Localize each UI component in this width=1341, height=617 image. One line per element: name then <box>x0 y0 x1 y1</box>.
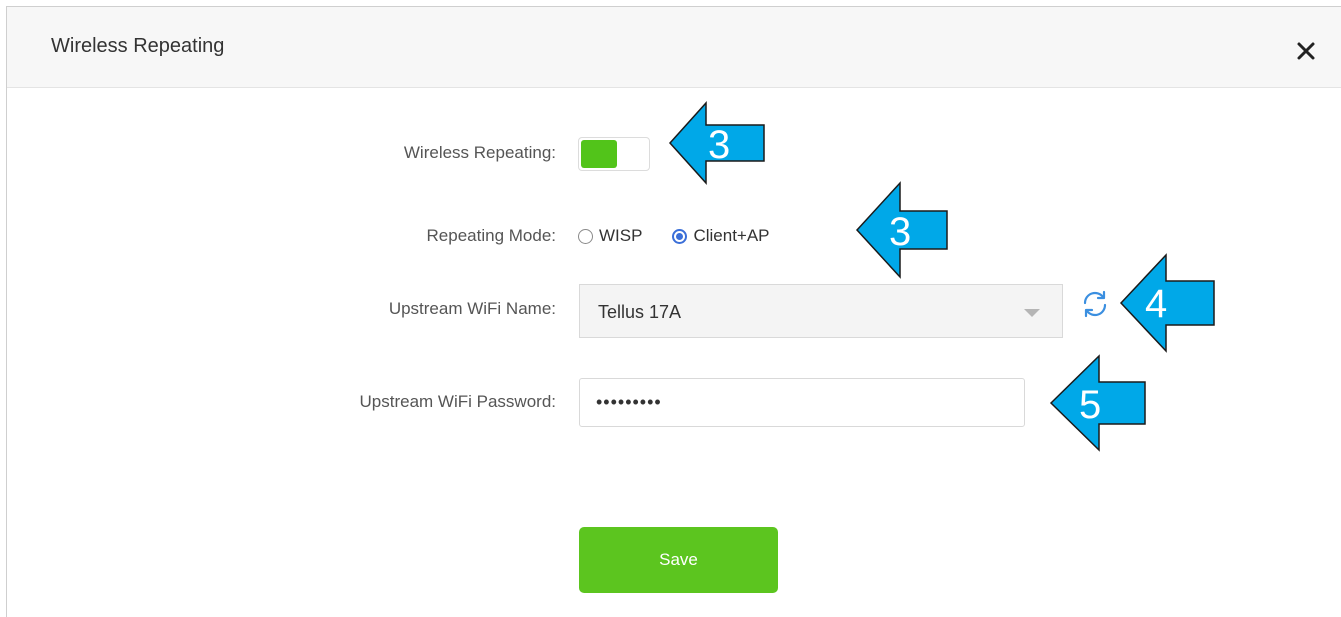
upstream-wifi-name-select[interactable]: Tellus 17A <box>579 284 1063 338</box>
callout-number: 3 <box>708 123 730 167</box>
callout-number: 5 <box>1079 383 1101 427</box>
callout-arrow-4: 4 <box>1119 253 1215 353</box>
callout-number: 4 <box>1145 282 1167 326</box>
repeating-mode-client-ap[interactable]: Client+AP <box>672 226 770 246</box>
repeating-mode-label: Repeating Mode: <box>426 226 556 245</box>
radio-checked-icon <box>672 228 688 244</box>
radio-unchecked-icon <box>578 228 593 244</box>
callout-arrow-3: 3 <box>668 101 765 185</box>
radio-label-wisp: WISP <box>599 226 643 245</box>
refresh-icon <box>1083 290 1107 318</box>
repeating-mode-wisp[interactable]: WISP <box>578 226 642 246</box>
callout-arrow-3: 3 <box>855 181 948 279</box>
chevron-down-icon <box>1024 309 1040 317</box>
save-button[interactable]: Save <box>579 527 778 593</box>
dialog-title: Wireless Repeating <box>51 35 225 57</box>
refresh-button[interactable] <box>1080 289 1110 319</box>
callout-arrow-5: 5 <box>1049 354 1146 452</box>
wireless-repeating-label: Wireless Repeating: <box>403 143 556 162</box>
upstream-wifi-name-label: Upstream WiFi Name: <box>388 299 556 318</box>
page: Wireless Repeating Wireless Repeating: R… <box>0 0 1341 617</box>
toggle-on-indicator <box>581 140 617 168</box>
callout-number: 3 <box>889 210 911 254</box>
upstream-wifi-password-label: Upstream WiFi Password: <box>359 392 556 411</box>
close-icon[interactable] <box>1295 40 1317 62</box>
upstream-wifi-password-field[interactable] <box>579 378 1025 427</box>
wireless-repeating-toggle[interactable] <box>578 137 650 171</box>
repeating-mode-radio-group: WISP Client+AP <box>578 222 770 250</box>
radio-label-client-ap: Client+AP <box>693 226 770 245</box>
upstream-wifi-name-value: Tellus 17A <box>598 302 682 322</box>
